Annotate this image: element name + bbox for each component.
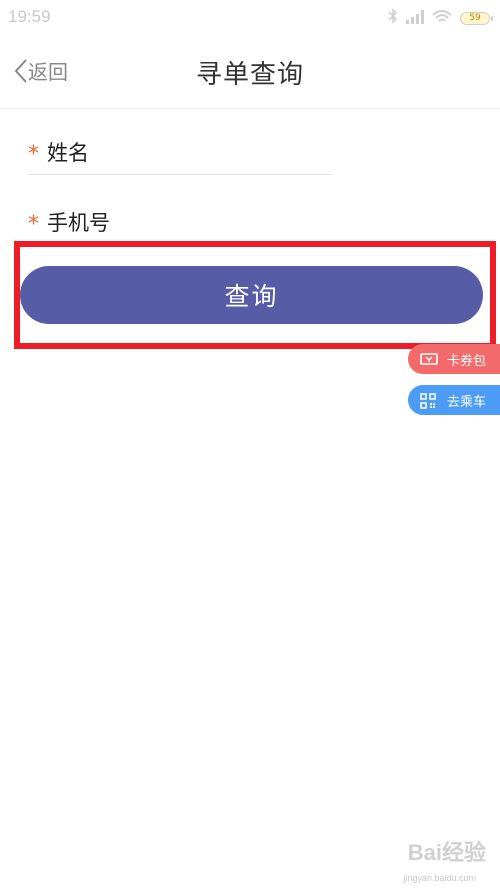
name-label: 姓名 xyxy=(47,141,89,165)
qr-code-icon xyxy=(420,393,438,409)
coupon-label: 卡券包 xyxy=(447,353,487,369)
required-mark: * xyxy=(28,211,39,237)
nav-bar: 返回 寻单查询 xyxy=(0,36,500,109)
page-title: 寻单查询 xyxy=(195,60,304,90)
watermark-url: jingyan.baidu.com xyxy=(403,873,476,883)
coupon-wallet-button[interactable]: 卡券包 xyxy=(408,344,500,374)
ride-label: 去乘车 xyxy=(447,394,487,410)
status-icons: 59 xyxy=(388,8,493,28)
query-button[interactable]: 查询 xyxy=(20,266,483,324)
signal-icon xyxy=(406,9,424,28)
wifi-icon xyxy=(432,9,452,28)
required-mark: * xyxy=(28,141,39,167)
status-bar: 19:59 59 xyxy=(0,0,500,36)
battery-icon: 59 xyxy=(460,11,493,25)
go-ride-button[interactable]: 去乘车 xyxy=(408,385,500,415)
ticket-icon xyxy=(420,352,438,366)
watermark-logo: Bai经验 xyxy=(407,840,486,865)
name-field[interactable]: * 姓名 xyxy=(28,130,333,175)
phone-label: 手机号 xyxy=(47,211,110,235)
status-time: 19:59 xyxy=(8,7,51,26)
bluetooth-icon xyxy=(388,8,398,28)
phone-field[interactable]: * 手机号 xyxy=(28,200,333,244)
